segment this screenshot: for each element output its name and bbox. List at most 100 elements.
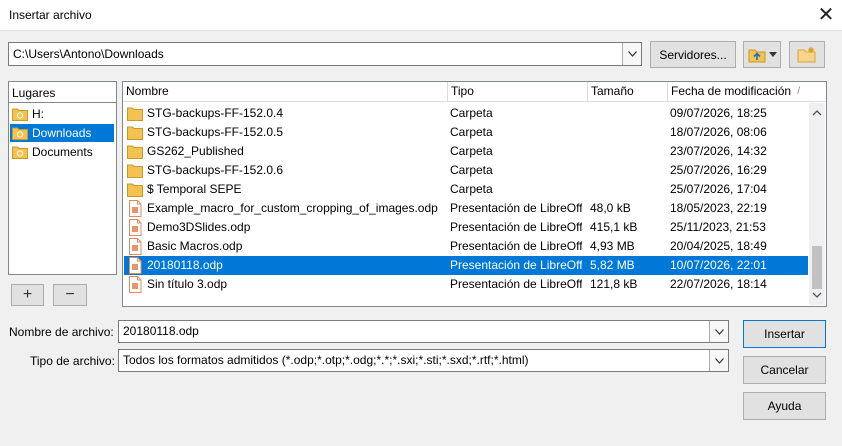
file-type: Presentación de LibreOff [450,220,582,234]
column-header-size[interactable]: Tamaño [588,82,668,102]
vertical-scrollbar[interactable] [809,103,825,305]
document-icon [129,257,142,274]
folder-up-icon [748,49,766,62]
document-icon [129,238,142,255]
file-row[interactable]: Basic Macros.odp Presentación de LibreOff… [124,237,808,256]
file-name: GS262_Published [147,144,244,158]
title-bar: Insertar archivo ✕ [0,0,842,31]
file-row[interactable]: $ Temporal SEPE Carpeta 25/07/2026, 17:04 [124,180,808,199]
file-name: $ Temporal SEPE [147,182,242,196]
file-modified: 10/07/2026, 22:01 [670,258,767,272]
folder-icon [127,145,143,159]
filename-label: Nombre de archivo: [9,325,114,339]
file-row[interactable]: STG-backups-FF-152.0.4 Carpeta 09/07/2026,… [124,104,808,123]
place-label: Downloads [32,126,92,140]
chevron-down-icon[interactable] [709,321,728,342]
file-type: Presentación de LibreOff [450,258,582,272]
add-place-button[interactable]: + [11,284,44,306]
document-icon [129,200,142,217]
chevron-down-icon[interactable] [709,350,728,371]
remove-place-button[interactable]: − [53,284,87,306]
file-size: 415,1 kB [590,220,638,234]
file-modified: 25/07/2026, 16:29 [670,163,767,177]
window-title: Insertar archivo [9,8,92,22]
filename-combobox[interactable]: 20180118.odp [118,320,729,343]
file-type: Carpeta [450,144,493,158]
folder-icon [12,108,28,121]
folder-icon [127,164,143,178]
filetype-label: Tipo de archivo: [30,354,115,368]
file-type: Presentación de LibreOff [450,277,582,291]
new-folder-icon [797,47,816,63]
file-name: STG-backups-FF-152.0.5 [147,125,284,139]
place-item-downloads[interactable]: Downloads [10,124,114,142]
file-name: Demo3DSlides.odp [147,220,251,234]
document-icon [129,276,142,293]
file-modified: 18/07/2026, 08:06 [670,125,767,139]
place-item-documents[interactable]: Documents [10,143,114,161]
sort-indicator: / [797,86,800,97]
file-row[interactable]: Example_macro_for_custom_cropping_of_ima… [124,199,808,218]
file-row[interactable]: 20180118.odp Presentación de LibreOff 5,82… [124,256,808,275]
dropdown-arrow-icon[interactable] [769,51,777,58]
column-header-type[interactable]: Tipo [448,82,588,102]
file-row[interactable]: Sin título 3.odp Presentación de LibreOff… [124,275,808,294]
filetype-combobox[interactable]: Todos los formatos admitidos (*.odp;*.ot… [118,349,729,372]
file-modified: 22/07/2026, 18:14 [670,277,767,291]
path-combobox[interactable]: C:\Users\Antono\Downloads [8,42,642,66]
places-header: Lugares [12,86,56,100]
file-size: 48,0 kB [590,201,631,215]
file-name: Sin título 3.odp [147,277,228,291]
file-type: Carpeta [450,125,493,139]
new-folder-button[interactable] [789,41,825,68]
column-header-name[interactable]: Nombre [123,82,448,102]
scroll-up-icon[interactable] [809,105,825,121]
file-row[interactable]: STG-backups-FF-152.0.6 Carpeta 25/07/2026,… [124,161,808,180]
places-panel: Lugares H: Downloads Documents [8,81,117,275]
filename-value: 20180118.odp [123,324,199,338]
file-type: Carpeta [450,106,493,120]
folder-icon [12,127,28,140]
file-row[interactable]: Demo3DSlides.odp Presentación de LibreOff… [124,218,808,237]
insert-button[interactable]: Insertar [743,320,826,348]
folder-icon [12,146,28,159]
folder-icon [127,183,143,197]
close-icon[interactable]: ✕ [812,2,840,28]
file-modified: 25/07/2026, 17:04 [670,182,767,196]
file-row[interactable]: GS262_Published Carpeta 23/07/2026, 14:32 [124,142,808,161]
file-type: Presentación de LibreOff [450,201,582,215]
place-label: H: [32,107,44,121]
path-value: C:\Users\Antono\Downloads [13,47,164,61]
file-modified: 25/11/2023, 21:53 [670,220,766,234]
file-row[interactable]: STG-backups-FF-152.0.5 Carpeta 18/07/2026,… [124,123,808,142]
servers-button[interactable]: Servidores... [650,41,736,68]
column-header-modified-label: Fecha de modificación [671,84,792,98]
file-name: Example_macro_for_custom_cropping_of_ima… [147,201,438,215]
place-item-h[interactable]: H: [10,105,114,123]
help-button[interactable]: Ayuda [743,392,826,420]
folder-icon [127,126,143,140]
file-name: STG-backups-FF-152.0.4 [147,106,284,120]
document-icon [129,219,142,236]
folder-icon [127,107,143,121]
file-modified: 09/07/2026, 18:25 [670,106,767,120]
file-type: Presentación de LibreOff [450,239,582,253]
scroll-down-icon[interactable] [809,287,825,303]
file-name: 20180118.odp [147,258,223,272]
cancel-button[interactable]: Cancelar [743,356,826,384]
file-size: 4,93 MB [590,239,635,253]
place-label: Documents [32,145,93,159]
file-name: Basic Macros.odp [147,239,243,253]
file-modified: 18/05/2023, 22:19 [670,201,767,215]
filetype-value: Todos los formatos admitidos (*.odp;*.ot… [123,353,529,367]
file-modified: 23/07/2026, 14:32 [670,144,767,158]
chevron-down-icon[interactable] [622,43,641,65]
file-type: Carpeta [450,182,493,196]
up-level-button[interactable] [743,41,781,68]
file-name: STG-backups-FF-152.0.6 [147,163,284,177]
column-header-modified[interactable]: Fecha de modificación / [668,82,826,102]
file-type: Carpeta [450,163,493,177]
scrollbar-thumb[interactable] [812,246,822,289]
file-size: 5,82 MB [590,258,635,272]
file-size: 121,8 kB [590,277,638,291]
